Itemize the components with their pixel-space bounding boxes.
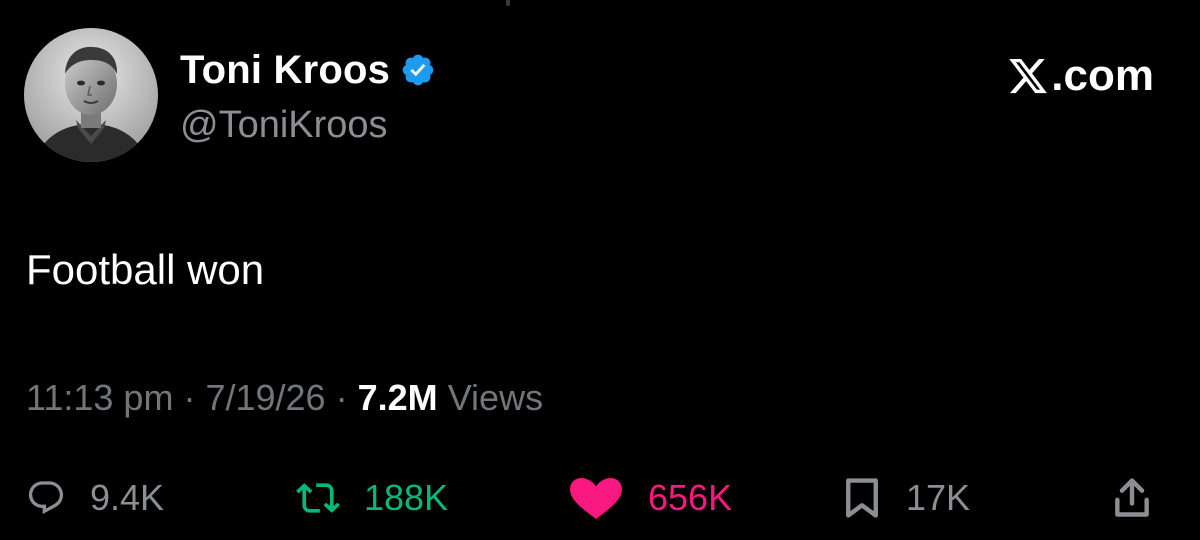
tweet-text: Football won [26, 246, 265, 293]
verified-badge-icon [400, 52, 436, 88]
author-name-row[interactable]: Toni Kroos [180, 46, 436, 94]
share-icon [1112, 476, 1152, 520]
like-button[interactable]: 656K [568, 468, 732, 528]
reply-count: 9.4K [90, 477, 165, 518]
bookmark-count: 17K [906, 477, 971, 518]
views-label: Views [447, 377, 544, 418]
views-count: 7.2M [357, 377, 438, 418]
x-logo-icon [1007, 55, 1049, 97]
reply-icon [26, 478, 66, 518]
site-brand: .com [1007, 50, 1154, 102]
meta-separator: · [335, 377, 348, 418]
author-handle[interactable]: @ToniKroos [180, 102, 388, 148]
heart-icon [568, 476, 624, 520]
site-brand-label: .com [1051, 51, 1154, 100]
retweet-icon [296, 476, 340, 520]
reply-button[interactable]: 9.4K [26, 468, 164, 528]
meta-separator: · [183, 377, 196, 418]
like-count: 656K [648, 477, 733, 518]
avatar[interactable] [24, 28, 158, 162]
top-edge-fragment [506, 0, 510, 6]
retweet-button[interactable]: 188K [296, 468, 448, 528]
bookmark-icon [842, 476, 882, 520]
display-name[interactable]: Toni Kroos [180, 46, 390, 94]
tweet-meta: 11:13 pm · 7/19/26 · 7.2M Views [26, 376, 543, 420]
share-button[interactable] [1112, 468, 1152, 528]
tweet-time[interactable]: 11:13 pm [26, 377, 173, 418]
tweet-date[interactable]: 7/19/26 [205, 377, 325, 418]
tweet-actions: 9.4K 188K 656K 17K [0, 468, 1200, 528]
bookmark-button[interactable]: 17K [842, 468, 970, 528]
retweet-count: 188K [364, 477, 449, 518]
